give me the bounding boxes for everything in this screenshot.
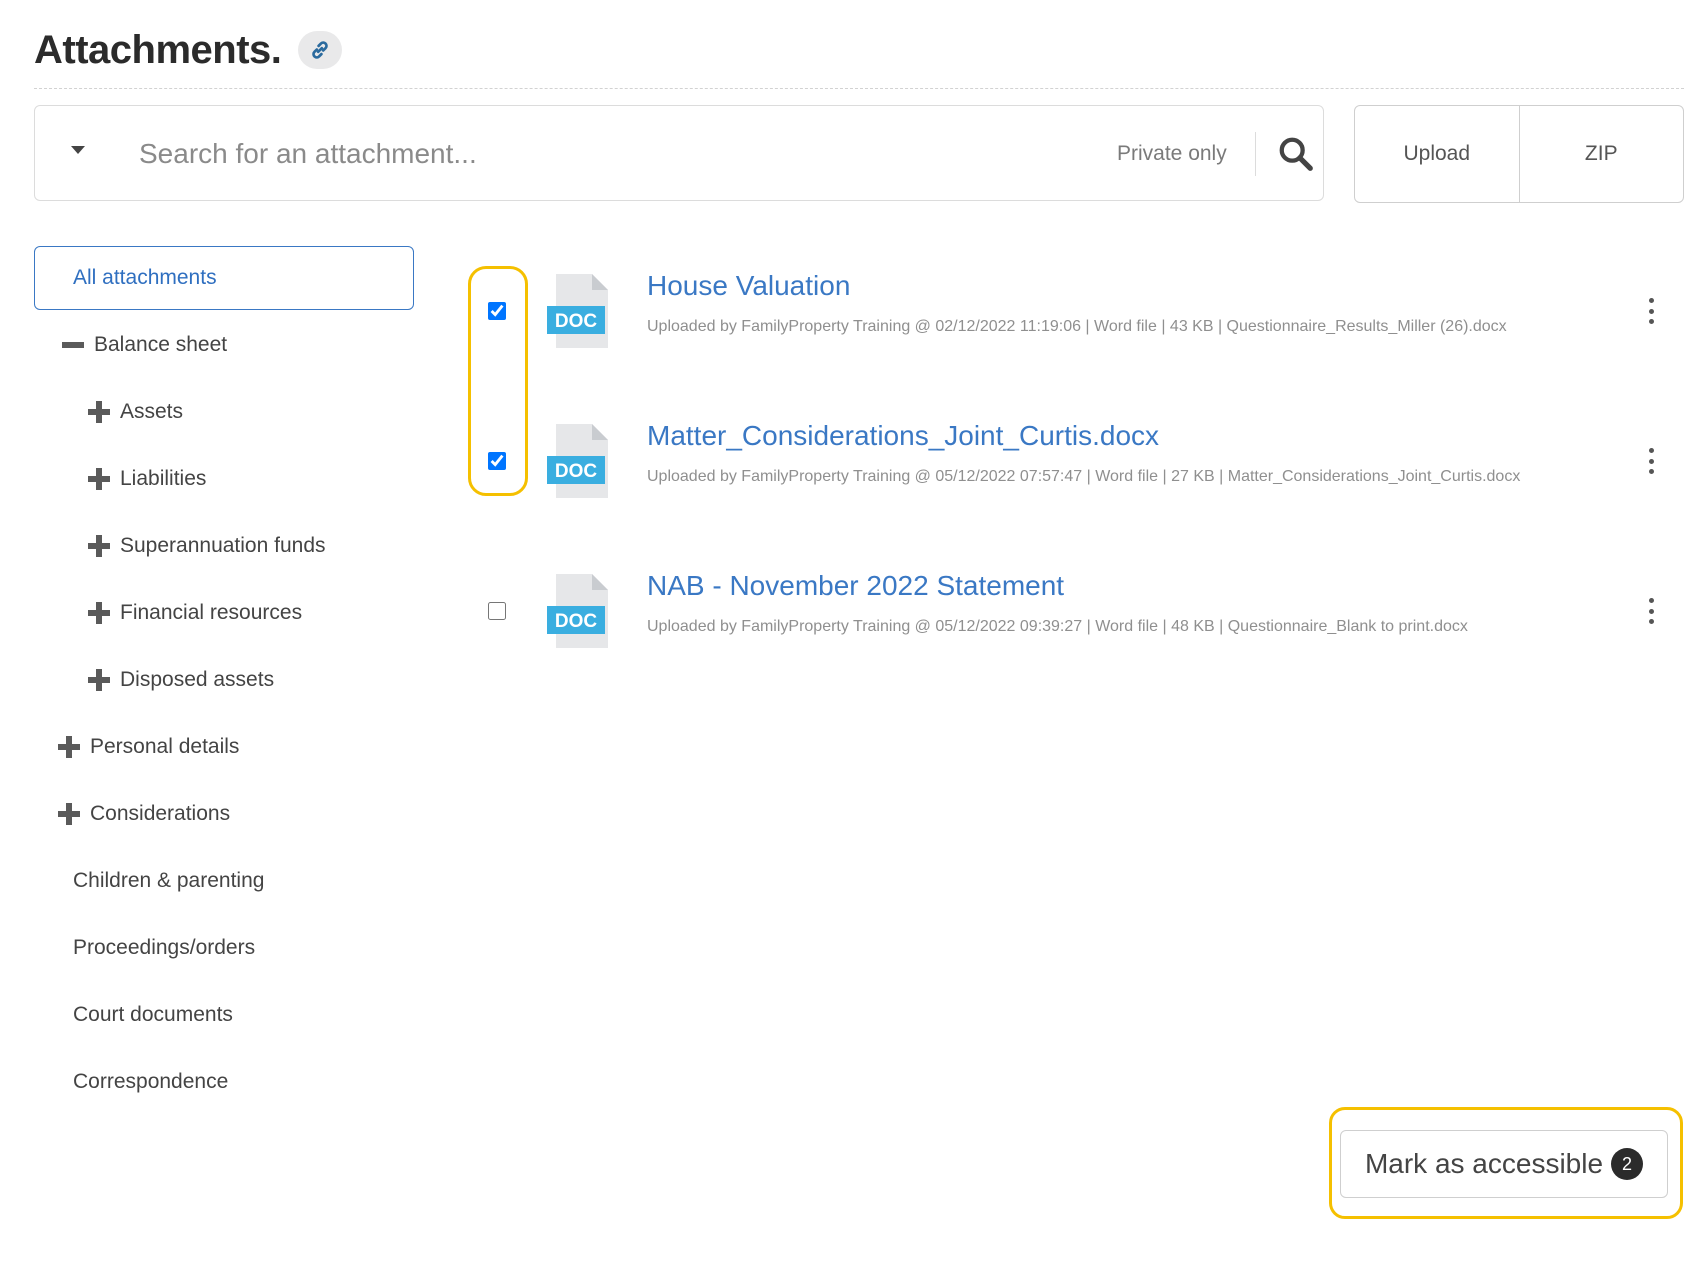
link-icon bbox=[312, 41, 328, 59]
sidebar-item-label: Personal details bbox=[90, 735, 240, 758]
sidebar-item-assets[interactable]: Assets bbox=[88, 397, 183, 427]
doc-type-label: DOC bbox=[555, 611, 598, 632]
sidebar-item-liabilities[interactable]: Liabilities bbox=[88, 464, 206, 494]
selected-count-badge: 2 bbox=[1611, 1148, 1644, 1180]
attachment-title-link[interactable]: House Valuation bbox=[647, 270, 850, 302]
attachment-meta: Uploaded by FamilyProperty Training @ 05… bbox=[647, 618, 1468, 635]
sidebar-item-label: Disposed assets bbox=[120, 668, 275, 691]
zip-button[interactable]: ZIP bbox=[1518, 106, 1684, 202]
sidebar-item-label: Liabilities bbox=[120, 467, 207, 490]
sidebar-item-label: Proceedings/orders bbox=[73, 936, 256, 959]
attachment-checkbox[interactable] bbox=[488, 452, 506, 470]
doc-type-label: DOC bbox=[555, 461, 598, 482]
sidebar-item-proceedings-orders[interactable]: Proceedings/orders bbox=[73, 933, 255, 963]
search-input[interactable] bbox=[139, 130, 999, 178]
private-only-toggle[interactable]: Private only bbox=[1117, 142, 1227, 166]
plus-icon[interactable] bbox=[88, 468, 110, 490]
minus-icon[interactable] bbox=[62, 334, 84, 356]
plus-icon[interactable] bbox=[88, 669, 110, 691]
doc-file-icon: DOC bbox=[546, 422, 618, 502]
sidebar-item-label: Assets bbox=[120, 400, 184, 423]
sidebar-item-considerations[interactable]: Considerations bbox=[58, 799, 230, 829]
doc-file-icon: DOC bbox=[546, 272, 618, 352]
sidebar-item-superannuation-funds[interactable]: Superannuation funds bbox=[88, 531, 326, 561]
sidebar-item-personal-details[interactable]: Personal details bbox=[58, 732, 239, 762]
plus-icon[interactable] bbox=[58, 736, 80, 758]
sidebar-item-label: Balance sheet bbox=[94, 333, 228, 356]
sidebar-item-label: Correspondence bbox=[73, 1070, 229, 1093]
upload-zip-group: Upload ZIP bbox=[1354, 105, 1684, 203]
copy-link-button[interactable] bbox=[298, 31, 342, 69]
sidebar-item-label: Considerations bbox=[90, 802, 231, 825]
more-options-icon[interactable] bbox=[1647, 298, 1655, 324]
doc-file-icon: DOC bbox=[546, 572, 618, 652]
mark-as-accessible-label: Mark as accessible bbox=[1364, 1148, 1604, 1179]
attachment-title-link[interactable]: NAB - November 2022 Statement bbox=[647, 570, 1064, 602]
sidebar-item-children-parenting[interactable]: Children & parenting bbox=[73, 866, 264, 896]
sidebar-item-financial-resources[interactable]: Financial resources bbox=[88, 598, 302, 628]
page-title: Attachments. bbox=[34, 28, 282, 72]
attachment-checkbox[interactable] bbox=[488, 602, 506, 620]
attachment-checkbox[interactable] bbox=[488, 302, 506, 320]
more-options-icon[interactable] bbox=[1647, 448, 1655, 474]
sidebar-item-correspondence[interactable]: Correspondence bbox=[73, 1067, 228, 1097]
sidebar-item-court-documents[interactable]: Court documents bbox=[73, 1000, 233, 1030]
sidebar-item-balance-sheet[interactable]: Balance sheet bbox=[62, 330, 227, 360]
more-options-icon[interactable] bbox=[1647, 598, 1655, 624]
sidebar-item-label: Court documents bbox=[73, 1003, 233, 1026]
plus-icon[interactable] bbox=[88, 602, 110, 624]
plus-icon[interactable] bbox=[88, 401, 110, 423]
mark-as-accessible-button[interactable]: Mark as accessible 2 bbox=[1340, 1130, 1668, 1198]
sidebar-item-all-attachments[interactable]: All attachments bbox=[34, 246, 414, 310]
upload-button[interactable]: Upload bbox=[1355, 106, 1519, 202]
sidebar-item-label: Children & parenting bbox=[73, 869, 265, 892]
magnifier-icon bbox=[1279, 137, 1313, 171]
sidebar-item-label: Superannuation funds bbox=[120, 534, 326, 557]
plus-icon[interactable] bbox=[88, 535, 110, 557]
search-button[interactable] bbox=[1271, 130, 1321, 178]
header-divider bbox=[34, 88, 1684, 89]
attachment-meta: Uploaded by FamilyProperty Training @ 05… bbox=[647, 468, 1521, 485]
plus-icon[interactable] bbox=[58, 803, 80, 825]
attachment-meta: Uploaded by FamilyProperty Training @ 02… bbox=[647, 318, 1507, 335]
doc-type-label: DOC bbox=[555, 311, 598, 332]
sidebar-item-disposed-assets[interactable]: Disposed assets bbox=[88, 665, 274, 695]
search-scope-dropdown[interactable] bbox=[71, 146, 85, 154]
attachment-title-link[interactable]: Matter_Considerations_Joint_Curtis.docx bbox=[647, 420, 1159, 452]
sidebar-item-label: Financial resources bbox=[120, 601, 303, 624]
search-divider bbox=[1255, 132, 1256, 176]
search-bar: Private only bbox=[34, 105, 1324, 201]
